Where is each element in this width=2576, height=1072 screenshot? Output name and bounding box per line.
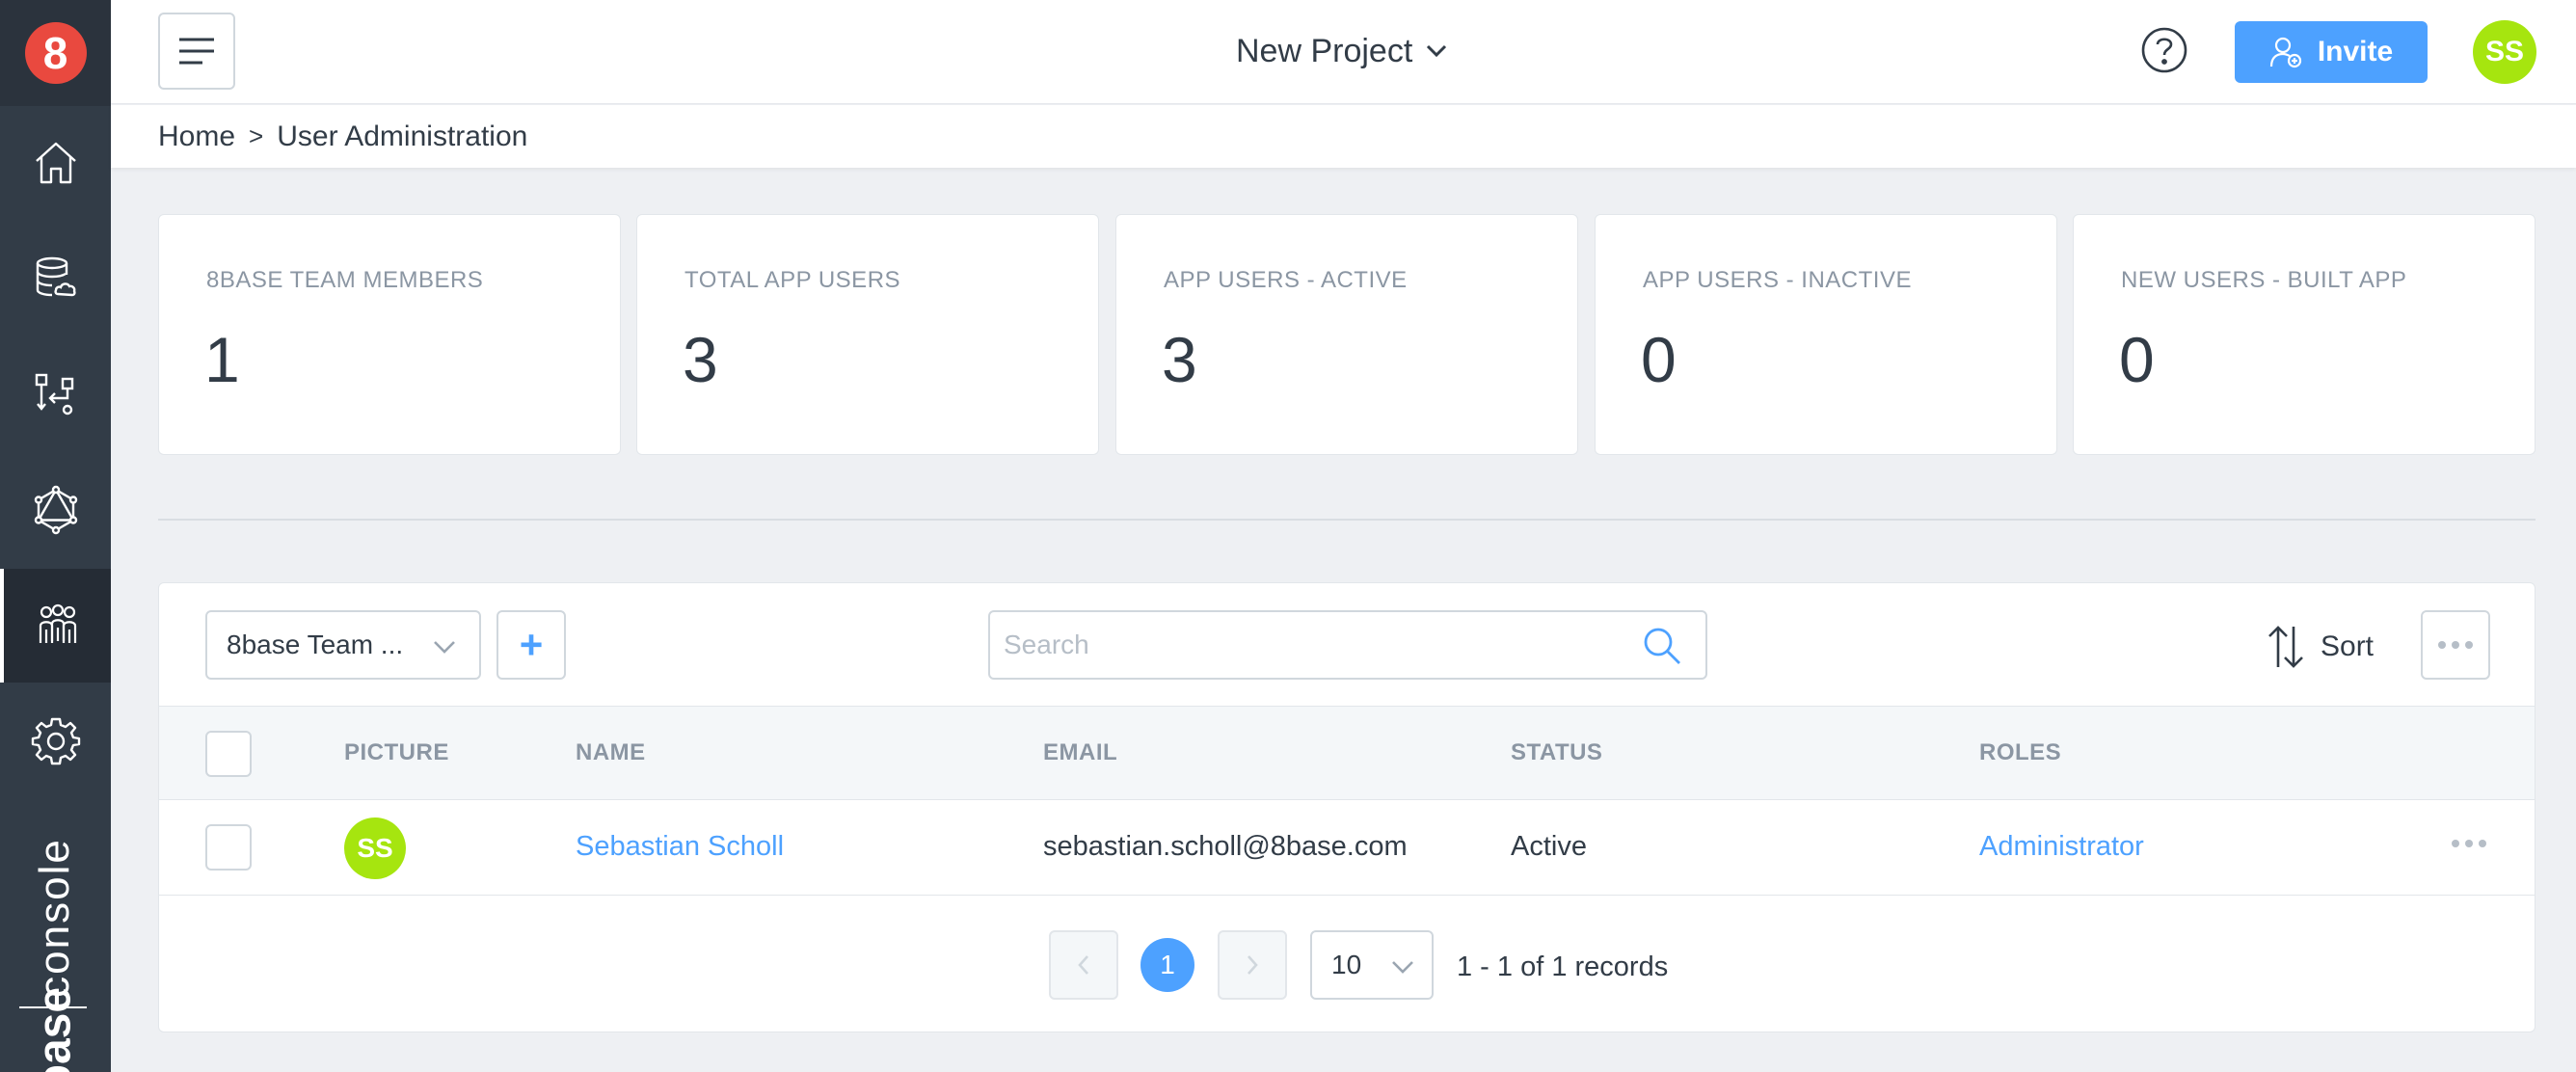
breadcrumb: Home > User Administration bbox=[111, 105, 2576, 168]
chevron-right-icon bbox=[1248, 955, 1258, 975]
section-divider bbox=[158, 519, 2536, 521]
stat-label: TOTAL APP USERS bbox=[684, 267, 901, 293]
stat-card-new-users: NEW USERS - BUILT APP 0 bbox=[2073, 214, 2536, 455]
top-header: New Project Invite SS bbox=[111, 0, 2576, 104]
search-field[interactable] bbox=[988, 610, 1707, 680]
menu-toggle-button[interactable] bbox=[158, 13, 235, 90]
users-icon bbox=[39, 603, 76, 643]
row-checkbox[interactable] bbox=[205, 824, 252, 871]
column-header-name[interactable]: NAME bbox=[576, 739, 646, 766]
chevron-down-icon bbox=[1392, 961, 1413, 974]
previous-page-button[interactable] bbox=[1049, 930, 1118, 1000]
stat-label: NEW USERS - BUILT APP bbox=[2121, 267, 2407, 293]
project-title: New Project bbox=[1236, 32, 1413, 69]
brand-console-text: console bbox=[31, 838, 78, 998]
records-count: 1 - 1 of 1 records bbox=[1457, 951, 1669, 982]
database-icon bbox=[36, 256, 76, 297]
chevron-down-icon bbox=[434, 641, 455, 654]
stat-value: 0 bbox=[1641, 324, 1677, 395]
more-horizontal-icon bbox=[2438, 641, 2473, 649]
user-status: Active bbox=[1511, 831, 1587, 862]
logic-icon bbox=[35, 373, 73, 415]
stat-card-active-users: APP USERS - ACTIVE 3 bbox=[1115, 214, 1578, 455]
sidebar-item-settings[interactable] bbox=[0, 684, 111, 798]
sort-button[interactable]: Sort bbox=[2267, 620, 2374, 674]
sidebar-item-logic[interactable] bbox=[0, 337, 111, 451]
graphql-icon bbox=[34, 485, 77, 535]
stat-card-total-app-users: TOTAL APP USERS 3 bbox=[636, 214, 1099, 455]
column-header-status[interactable]: STATUS bbox=[1511, 739, 1602, 766]
sort-label: Sort bbox=[2321, 630, 2375, 662]
next-page-button[interactable] bbox=[1218, 930, 1287, 1000]
stat-value: 3 bbox=[1162, 324, 1197, 395]
sidebar-item-data[interactable] bbox=[0, 222, 111, 335]
help-icon[interactable] bbox=[2140, 26, 2188, 74]
column-header-email[interactable]: EMAIL bbox=[1043, 739, 1117, 766]
chevron-down-icon bbox=[1427, 44, 1447, 58]
project-selector[interactable]: New Project bbox=[1236, 29, 1447, 73]
stat-card-team-members: 8BASE TEAM MEMBERS 1 bbox=[158, 214, 621, 455]
add-user-icon bbox=[2269, 37, 2301, 68]
search-icon[interactable] bbox=[1642, 626, 1682, 666]
breadcrumb-current: User Administration bbox=[277, 120, 528, 152]
column-header-picture[interactable]: PICTURE bbox=[344, 739, 449, 766]
hamburger-icon bbox=[179, 38, 214, 65]
user-email: sebastian.scholl@8base.com bbox=[1043, 831, 1408, 862]
page-number-current[interactable]: 1 bbox=[1140, 938, 1194, 992]
table-row[interactable]: SS Sebastian Scholl sebastian.scholl@8ba… bbox=[159, 800, 2535, 896]
chevron-left-icon bbox=[1078, 955, 1088, 975]
sidebar-item-home[interactable] bbox=[0, 106, 111, 220]
user-group-select-value: 8base Team ... bbox=[227, 630, 404, 659]
stat-label: APP USERS - INACTIVE bbox=[1643, 267, 1912, 293]
sidebar-item-graphql[interactable] bbox=[0, 453, 111, 567]
invite-button[interactable]: Invite bbox=[2235, 21, 2428, 83]
breadcrumb-separator: > bbox=[249, 121, 264, 150]
stat-value: 1 bbox=[204, 324, 240, 395]
add-user-button[interactable]: + bbox=[496, 610, 566, 680]
home-icon bbox=[35, 142, 76, 184]
stat-card-inactive-users: APP USERS - INACTIVE 0 bbox=[1595, 214, 2057, 455]
sort-icon bbox=[2268, 626, 2303, 668]
user-role-link[interactable]: Administrator bbox=[1979, 831, 2144, 863]
row-more-icon[interactable] bbox=[2450, 839, 2488, 848]
invite-label: Invite bbox=[2317, 36, 2394, 67]
sidebar: 8 console 8base bbox=[0, 0, 111, 1072]
select-all-checkbox[interactable] bbox=[205, 731, 252, 777]
stat-label: 8BASE TEAM MEMBERS bbox=[206, 267, 484, 293]
brand-vertical: console 8base bbox=[0, 812, 111, 1072]
table-header: PICTURE NAME EMAIL STATUS ROLES bbox=[159, 706, 2535, 800]
column-header-roles[interactable]: ROLES bbox=[1979, 739, 2061, 766]
page-size-value: 10 bbox=[1331, 950, 1362, 979]
user-group-select[interactable]: 8base Team ... bbox=[205, 610, 481, 680]
gear-icon bbox=[31, 717, 80, 765]
search-input[interactable] bbox=[1004, 626, 1621, 664]
more-options-button[interactable] bbox=[2421, 610, 2490, 680]
user-avatar[interactable]: SS bbox=[2473, 20, 2536, 84]
avatar: SS bbox=[344, 817, 406, 879]
stat-value: 3 bbox=[683, 324, 718, 395]
stat-value: 0 bbox=[2119, 324, 2155, 395]
stat-label: APP USERS - ACTIVE bbox=[1164, 267, 1408, 293]
users-table-panel: 8base Team ... + Sort PICTURE NAME EMAIL… bbox=[158, 582, 2536, 1032]
logo-area[interactable]: 8 bbox=[0, 0, 111, 106]
sidebar-item-users[interactable] bbox=[0, 569, 111, 683]
breadcrumb-home-link[interactable]: Home bbox=[158, 121, 235, 153]
user-name-link[interactable]: Sebastian Scholl bbox=[576, 831, 784, 863]
brand-base-text: 8base bbox=[29, 986, 81, 1072]
8base-logo[interactable]: 8 bbox=[24, 22, 87, 84]
page-size-select[interactable]: 10 bbox=[1310, 930, 1434, 1000]
